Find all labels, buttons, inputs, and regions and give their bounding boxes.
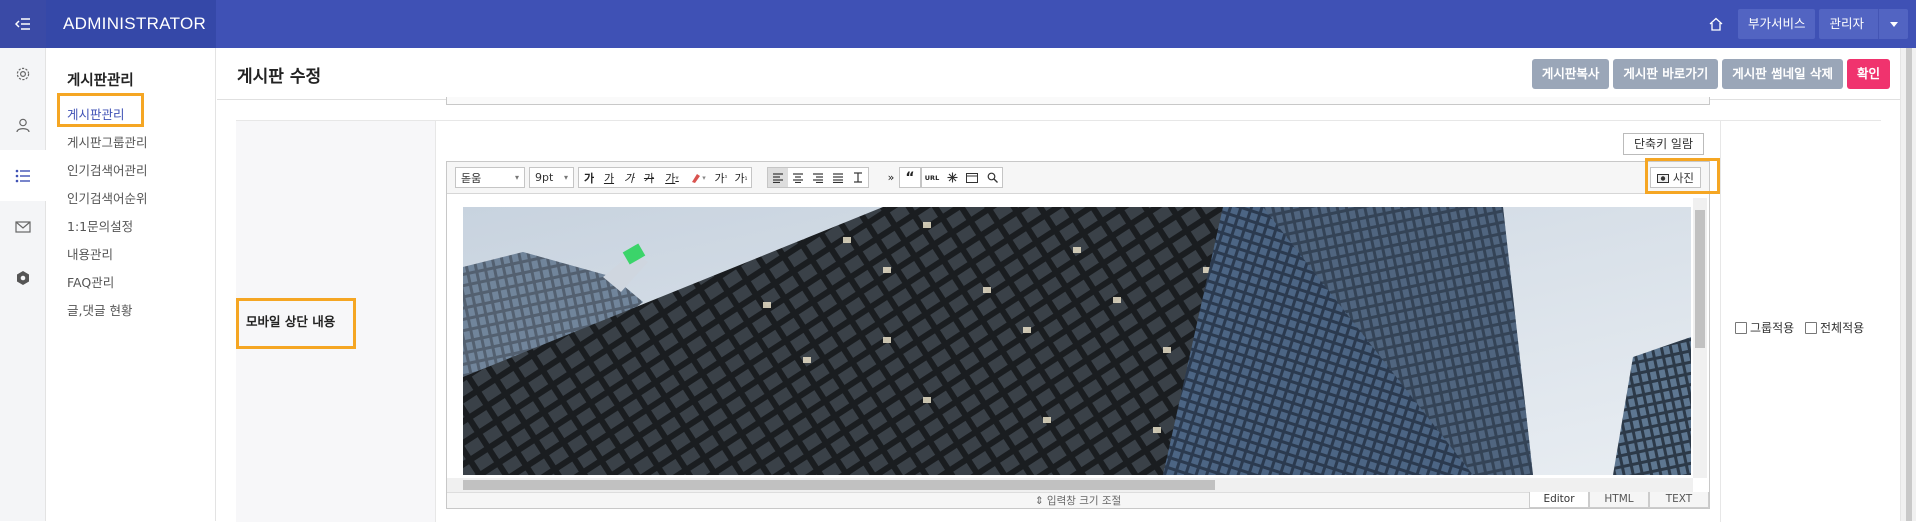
checkbox-icon[interactable] [1805, 321, 1817, 334]
row-label: 모바일 상단 내용 [246, 314, 336, 329]
align-group [767, 167, 869, 188]
user-name[interactable]: 관리자 [1819, 9, 1878, 39]
subnav-item-popular-keyword[interactable]: 인기검색어관리 [46, 157, 216, 185]
content-header: 게시판 수정 게시판복사 게시판 바로가기 게시판 썸네일 삭제 확인 [217, 48, 1900, 100]
group-apply-checkbox[interactable]: 그룹적용 [1735, 319, 1794, 336]
camera-icon [1656, 173, 1669, 183]
extra-service-button[interactable]: 부가서비스 [1737, 9, 1816, 39]
copy-board-button[interactable]: 게시판복사 [1531, 59, 1610, 89]
group-apply-label: 그룹적용 [1750, 321, 1795, 335]
gear-icon[interactable] [0, 48, 46, 99]
tab-editor[interactable]: Editor [1529, 492, 1589, 508]
user-icon[interactable] [0, 99, 46, 150]
editor-toolbar: 돋움 ▾ 9pt ▾ 가 가 가 가 가 ▾ ▾ 가¹ 가₁ » “ URL 사… [447, 162, 1709, 194]
font-size-select[interactable]: 9pt ▾ [529, 167, 574, 188]
subnav-item-keyword-rank[interactable]: 인기검색어순위 [46, 185, 216, 213]
insert-group: URL [921, 167, 1003, 188]
underline-icon[interactable]: 가 [599, 168, 619, 187]
align-center-icon[interactable] [788, 168, 808, 187]
goto-board-button[interactable]: 게시판 바로가기 [1613, 59, 1719, 89]
page-scrollbar[interactable] [1900, 48, 1916, 521]
subnav-item-post-status[interactable]: 글,댓글 현황 [46, 297, 216, 325]
subscript-icon[interactable]: 가₁ [731, 168, 751, 187]
menu-toggle-icon[interactable] [0, 0, 46, 48]
hexagon-icon[interactable] [0, 252, 46, 303]
tab-html[interactable]: HTML [1589, 492, 1649, 508]
editor-content-image[interactable] [463, 207, 1691, 475]
page-scroll-thumb[interactable] [1906, 48, 1912, 521]
editor-horizontal-scrollbar[interactable] [447, 478, 1693, 492]
all-apply-checkbox[interactable]: 전체적용 [1805, 319, 1864, 336]
align-justify-icon[interactable] [828, 168, 848, 187]
list-icon[interactable] [0, 150, 46, 201]
previous-editor-bottom [446, 97, 1710, 105]
subnav-item-board-manage[interactable]: 게시판관리 [46, 101, 216, 129]
icon-rail [0, 48, 46, 521]
editor-mode-tabs: Editor HTML TEXT [1529, 492, 1709, 508]
bold-icon[interactable]: 가 [579, 168, 599, 187]
editor-vscroll-thumb[interactable] [1695, 210, 1705, 348]
font-size-value: 9pt [535, 171, 554, 184]
sub-navigation: 게시판관리 게시판관리 게시판그룹관리 인기검색어관리 인기검색어순위 1:1문… [46, 48, 216, 521]
delete-thumbnail-button[interactable]: 게시판 썸네일 삭제 [1722, 59, 1843, 89]
quote-group: “ [899, 167, 921, 188]
more-icon[interactable]: » [881, 168, 901, 187]
home-icon[interactable] [1704, 9, 1728, 39]
highlight-color-icon[interactable]: ▾ [685, 168, 711, 187]
shortcut-list-button[interactable]: 단축키 일람 [1623, 133, 1705, 155]
photo-button[interactable]: 사진 [1649, 167, 1701, 188]
editor-hscroll-thumb[interactable] [463, 480, 1215, 490]
text-style-group: 가 가 가 가 가 ▾ ▾ 가¹ 가₁ [578, 167, 752, 188]
table-icon[interactable] [962, 168, 982, 187]
top-bar: ADMINISTRATOR 부가서비스 관리자 [0, 0, 1916, 48]
special-char-icon[interactable] [942, 168, 962, 187]
strikethrough-icon[interactable]: 가 [639, 168, 659, 187]
page-title: 게시판 수정 [237, 67, 322, 87]
line-height-icon[interactable] [848, 168, 868, 187]
mail-icon[interactable] [0, 201, 46, 252]
align-right-icon[interactable] [808, 168, 828, 187]
subnav-item-inquiry[interactable]: 1:1문의설정 [46, 213, 216, 241]
link-icon[interactable]: URL [922, 168, 942, 187]
subnav-title: 게시판관리 [67, 73, 134, 89]
rich-text-editor: 돋움 ▾ 9pt ▾ 가 가 가 가 가 ▾ ▾ 가¹ 가₁ » “ URL 사… [446, 161, 1710, 509]
tab-text[interactable]: TEXT [1649, 492, 1709, 508]
italic-icon[interactable]: 가 [619, 168, 639, 187]
font-color-icon[interactable]: 가 ▾ [659, 168, 685, 187]
subnav-item-content[interactable]: 내용관리 [46, 241, 216, 269]
font-family-select[interactable]: 돋움 ▾ [455, 167, 525, 188]
user-menu: 관리자 [1819, 9, 1908, 39]
editor-vertical-scrollbar[interactable] [1693, 198, 1707, 478]
resize-handle[interactable]: ⇕ 입력창 크기 조절 [447, 492, 1709, 508]
superscript-icon[interactable]: 가¹ [711, 168, 731, 187]
photo-button-label: 사진 [1672, 170, 1694, 185]
chevron-down-icon[interactable] [1878, 9, 1908, 39]
row-label-cell: 모바일 상단 내용 [236, 121, 436, 522]
checkbox-icon[interactable] [1735, 321, 1747, 334]
confirm-button[interactable]: 확인 [1846, 59, 1890, 89]
subnav-item-board-group[interactable]: 게시판그룹관리 [46, 129, 216, 157]
quote-icon[interactable]: “ [900, 168, 920, 187]
font-family-value: 돋움 [461, 171, 482, 185]
subnav-item-faq[interactable]: FAQ관리 [46, 269, 216, 297]
find-icon[interactable] [982, 168, 1002, 187]
align-left-icon[interactable] [768, 168, 788, 187]
all-apply-label: 전체적용 [1820, 321, 1865, 335]
brand-title[interactable]: ADMINISTRATOR [46, 0, 216, 48]
apply-options: 그룹적용 전체적용 [1720, 121, 1881, 522]
